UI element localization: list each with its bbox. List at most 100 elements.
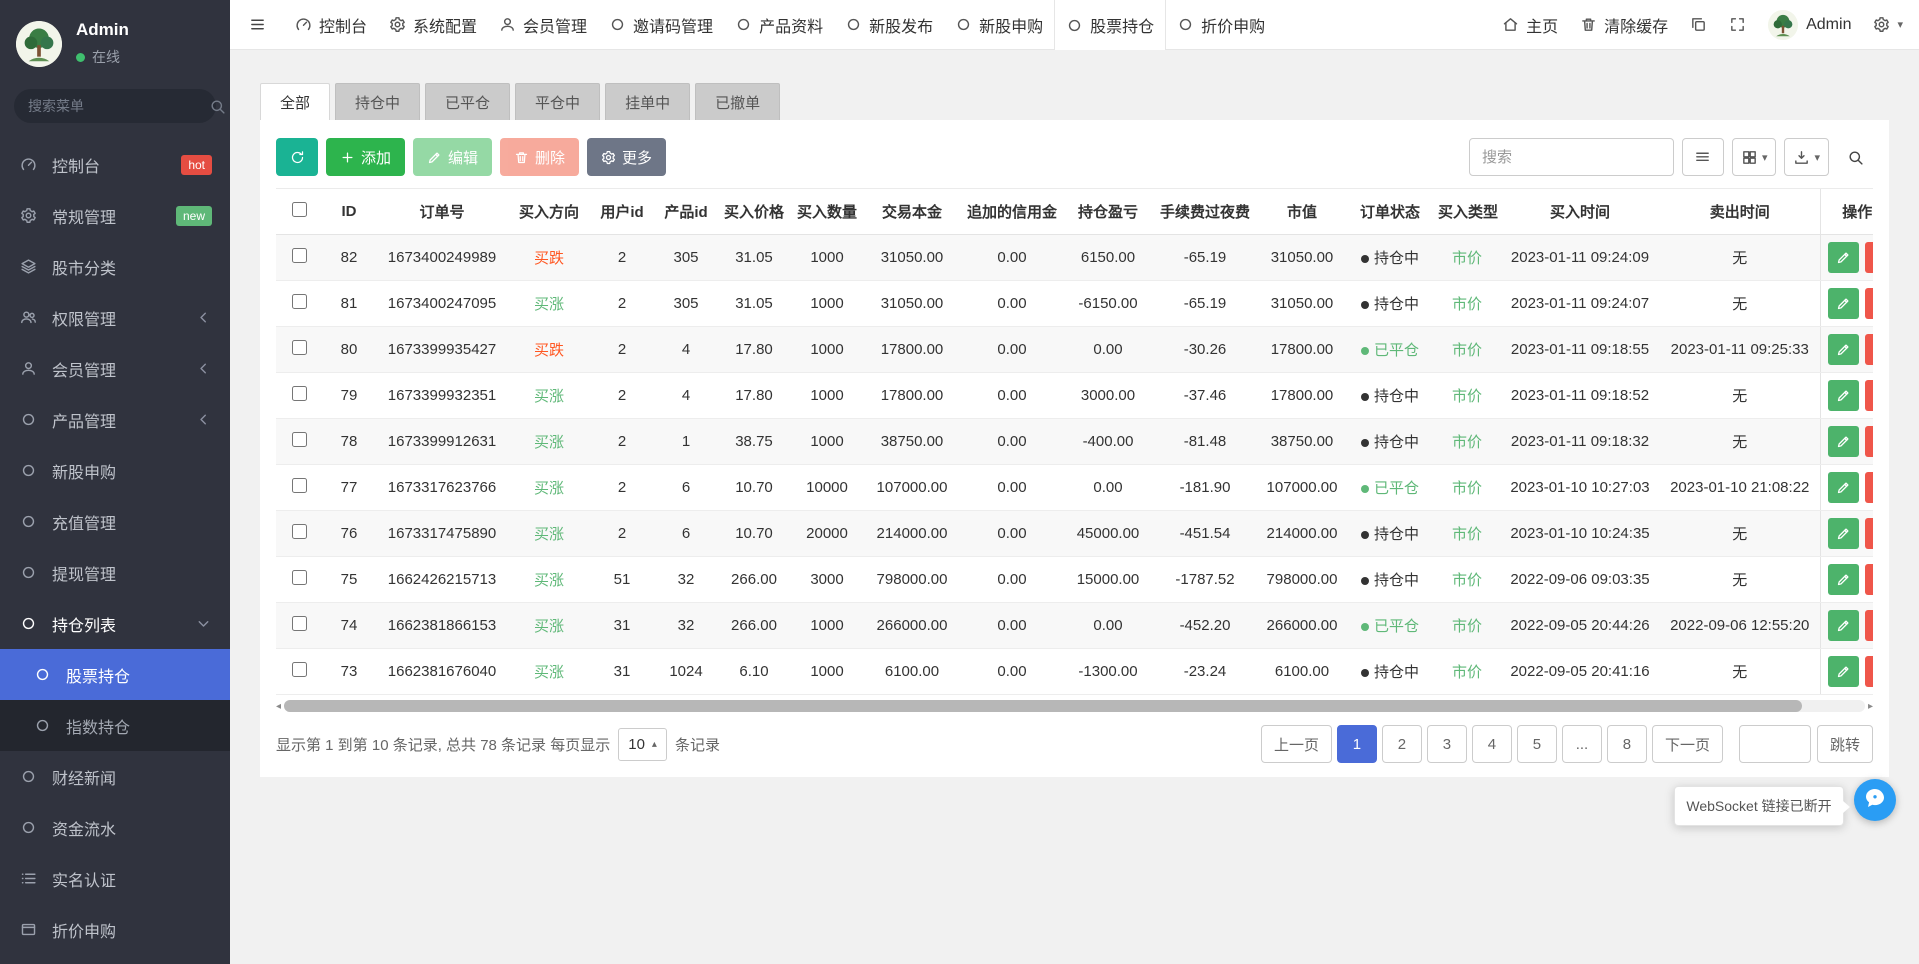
filter-tab-2[interactable]: 持仓中 (335, 83, 421, 120)
settings-menu-button[interactable]: ▾ (1873, 16, 1903, 33)
row-checkbox[interactable] (291, 294, 307, 309)
edit-row-button[interactable] (1827, 610, 1859, 641)
user-menu[interactable]: Admin (1768, 9, 1851, 40)
filter-tab-3[interactable]: 已平仓 (425, 83, 511, 120)
sidebar-item-12[interactable]: 指数持仓 (0, 700, 230, 751)
row-checkbox[interactable] (291, 524, 307, 539)
nav-tab-3[interactable]: 会员管理 (488, 0, 598, 50)
delete-row-button[interactable] (1864, 334, 1873, 365)
jump-page-input[interactable] (1738, 725, 1811, 763)
delete-row-button[interactable] (1864, 472, 1873, 503)
edit-row-button[interactable] (1827, 426, 1859, 457)
nav-tab-9[interactable]: 折价申购 (1166, 0, 1276, 50)
page-size-select[interactable]: 10 ▴ (618, 727, 667, 761)
select-all-checkbox[interactable] (291, 202, 307, 217)
sidebar-item-9[interactable]: 提现管理 (0, 547, 230, 598)
sidebar-item-10[interactable]: 持仓列表 (0, 598, 230, 649)
delete-button[interactable]: 删除 (500, 138, 580, 176)
sidebar-item-6[interactable]: 产品管理 (0, 394, 230, 445)
sidebar-item-15[interactable]: 实名认证 (0, 853, 230, 904)
page-button-3[interactable]: 3 (1426, 725, 1467, 763)
row-checkbox[interactable] (291, 570, 307, 585)
nav-tab-8[interactable]: 股票持仓 (1054, 0, 1167, 51)
page-button-2[interactable]: 2 (1381, 725, 1422, 763)
row-checkbox[interactable] (291, 386, 307, 401)
scroll-left-arrow-icon[interactable]: ◂ (276, 701, 281, 712)
advanced-search-button[interactable] (1837, 138, 1873, 176)
cell-sell-time: 无 (1660, 234, 1820, 281)
filter-tab-4[interactable]: 平仓中 (515, 83, 601, 120)
scrollbar-thumb[interactable] (284, 700, 1802, 712)
nav-tab-4[interactable]: 邀请码管理 (598, 0, 724, 50)
hamburger-button[interactable] (230, 0, 284, 50)
edit-row-button[interactable] (1827, 518, 1859, 549)
home-button[interactable]: 主页 (1502, 13, 1558, 37)
prev-page-button[interactable]: 上一页 (1260, 725, 1332, 763)
nav-tab-1[interactable]: 控制台 (284, 0, 378, 50)
delete-row-button[interactable] (1864, 288, 1873, 319)
sidebar-item-3[interactable]: 股市分类 (0, 241, 230, 292)
jump-button[interactable]: 跳转 (1816, 725, 1873, 763)
nav-tab-5[interactable]: 产品资料 (724, 0, 834, 50)
row-checkbox[interactable] (291, 340, 307, 355)
page-button-1[interactable]: 1 (1336, 725, 1377, 763)
edit-row-button[interactable] (1827, 472, 1859, 503)
clear-cache-button[interactable]: 清除缓存 (1580, 13, 1668, 37)
edit-button[interactable]: 编辑 (413, 138, 493, 176)
edit-row-button[interactable] (1827, 242, 1859, 273)
row-checkbox[interactable] (291, 248, 307, 263)
filter-tab-6[interactable]: 已撤单 (695, 83, 781, 120)
add-button[interactable]: 添加 (326, 138, 406, 176)
page-button-8[interactable]: 8 (1606, 725, 1647, 763)
ellipsis-page-button[interactable]: ... (1561, 725, 1602, 763)
sidebar-item-16[interactable]: 折价申购 (0, 904, 230, 955)
export-button[interactable]: ▾ (1784, 138, 1829, 176)
sidebar-item-14[interactable]: 资金流水 (0, 802, 230, 853)
sidebar-search (14, 89, 225, 123)
fullscreen-button[interactable] (1729, 16, 1746, 33)
nav-tab-6[interactable]: 新股发布 (834, 0, 944, 50)
delete-row-button[interactable] (1864, 564, 1873, 595)
horizontal-scrollbar[interactable]: ◂ ▸ (276, 699, 1873, 713)
row-checkbox[interactable] (291, 478, 307, 493)
page-button-4[interactable]: 4 (1471, 725, 1512, 763)
sidebar-search-input[interactable] (28, 98, 209, 114)
chat-fab-button[interactable] (1854, 779, 1896, 821)
row-checkbox[interactable] (291, 616, 307, 631)
sidebar-item-11[interactable]: 股票持仓 (0, 649, 230, 700)
delete-row-button[interactable] (1864, 656, 1873, 687)
sidebar-item-2[interactable]: 常规管理 new (0, 190, 230, 241)
edit-row-button[interactable] (1827, 380, 1859, 411)
sidebar-item-8[interactable]: 充值管理 (0, 496, 230, 547)
next-page-button[interactable]: 下一页 (1651, 725, 1723, 763)
row-checkbox[interactable] (291, 662, 307, 677)
refresh-button[interactable] (276, 138, 318, 176)
sidebar-item-1[interactable]: 控制台 hot (0, 139, 230, 190)
edit-row-button[interactable] (1827, 334, 1859, 365)
edit-row-button[interactable] (1827, 288, 1859, 319)
table-search-input[interactable] (1468, 138, 1674, 176)
delete-row-button[interactable] (1864, 518, 1873, 549)
filter-tab-5[interactable]: 挂单中 (605, 83, 691, 120)
delete-row-button[interactable] (1864, 242, 1873, 273)
scroll-right-arrow-icon[interactable]: ▸ (1868, 701, 1873, 712)
sidebar-item-13[interactable]: 财经新闻 (0, 751, 230, 802)
delete-row-button[interactable] (1864, 380, 1873, 411)
columns-button[interactable]: ▾ (1731, 138, 1777, 176)
delete-row-button[interactable] (1864, 610, 1873, 641)
row-checkbox[interactable] (291, 432, 307, 447)
sidebar-item-4[interactable]: 权限管理 (0, 292, 230, 343)
delete-row-button[interactable] (1864, 426, 1873, 457)
more-button[interactable]: 更多 (587, 138, 667, 176)
scrollbar-track[interactable] (284, 700, 1865, 712)
nav-tab-7[interactable]: 新股申购 (944, 0, 1054, 50)
restore-window-button[interactable] (1690, 16, 1707, 33)
sidebar-item-5[interactable]: 会员管理 (0, 343, 230, 394)
edit-row-button[interactable] (1827, 564, 1859, 595)
nav-tab-2[interactable]: 系统配置 (378, 0, 488, 50)
filter-tab-1[interactable]: 全部 (260, 83, 331, 120)
page-button-5[interactable]: 5 (1516, 725, 1557, 763)
toggle-pagination-button[interactable] (1681, 138, 1724, 176)
sidebar-item-7[interactable]: 新股申购 (0, 445, 230, 496)
edit-row-button[interactable] (1827, 656, 1859, 687)
